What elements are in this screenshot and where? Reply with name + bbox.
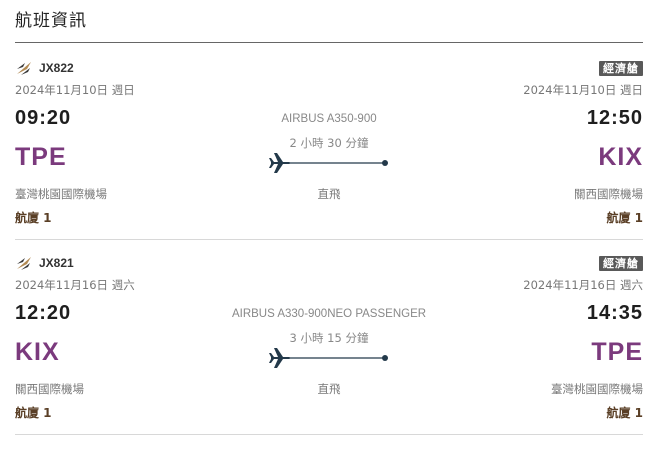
flight-number: JX821 xyxy=(39,256,74,270)
card-divider xyxy=(15,434,643,435)
aircraft-type: AIRBUS A350-900 xyxy=(281,113,377,125)
departure-airport-code: TPE xyxy=(15,143,67,171)
departure-terminal: 航廈 1 xyxy=(15,406,52,420)
airplane-icon xyxy=(269,153,291,173)
arrival-terminal: 航廈 1 xyxy=(606,406,643,420)
airline-logo-icon xyxy=(17,62,31,75)
arrival-airport-name: 關西國際機場 xyxy=(574,187,643,201)
arrival-terminal: 航廈 1 xyxy=(606,211,643,225)
departure-airport-name: 臺灣桃園國際機場 xyxy=(15,187,107,201)
airplane-icon xyxy=(269,348,291,368)
airline-logo-icon xyxy=(17,257,31,270)
departure-date: 2024年11月10日 週日 xyxy=(15,83,135,97)
flight-header: JX821 xyxy=(15,254,74,272)
flight-number: JX822 xyxy=(39,61,74,75)
flight-duration: 2 小時 30 分鐘 xyxy=(289,136,369,150)
arrival-date: 2024年11月16日 週六 xyxy=(523,278,643,292)
flight-card: JX822 經濟艙 2024年11月10日 週日 2024年11月10日 週日 … xyxy=(15,43,643,240)
stops-label: 直飛 xyxy=(317,382,341,396)
aircraft-type: AIRBUS A330-900NEO PASSENGER xyxy=(231,308,427,320)
cabin-class-badge: 經濟艙 xyxy=(599,61,643,76)
route-line xyxy=(269,153,388,173)
departure-airport-name: 關西國際機場 xyxy=(15,382,84,396)
page-title: 航班資訊 xyxy=(15,11,87,31)
arrival-time: 12:50 xyxy=(586,107,643,129)
arrival-airport-name: 臺灣桃園國際機場 xyxy=(551,382,643,396)
departure-time: 12:20 xyxy=(15,302,72,324)
arrival-date: 2024年11月10日 週日 xyxy=(523,83,643,97)
arrival-airport-code: TPE xyxy=(591,338,643,366)
departure-date: 2024年11月16日 週六 xyxy=(15,278,135,292)
destination-dot-icon xyxy=(382,355,388,361)
departure-airport-code: KIX xyxy=(15,338,60,366)
flight-header: JX822 xyxy=(15,59,74,77)
route-line xyxy=(269,348,388,368)
destination-dot-icon xyxy=(382,160,388,166)
arrival-airport-code: KIX xyxy=(598,143,643,171)
cabin-class-badge: 經濟艙 xyxy=(599,256,643,271)
departure-time: 09:20 xyxy=(15,107,72,129)
flight-card: JX821 經濟艙 2024年11月16日 週六 2024年11月16日 週六 … xyxy=(15,238,643,435)
stops-label: 直飛 xyxy=(317,187,341,201)
arrival-time: 14:35 xyxy=(586,302,643,324)
departure-terminal: 航廈 1 xyxy=(15,211,52,225)
flight-duration: 3 小時 15 分鐘 xyxy=(289,331,369,345)
